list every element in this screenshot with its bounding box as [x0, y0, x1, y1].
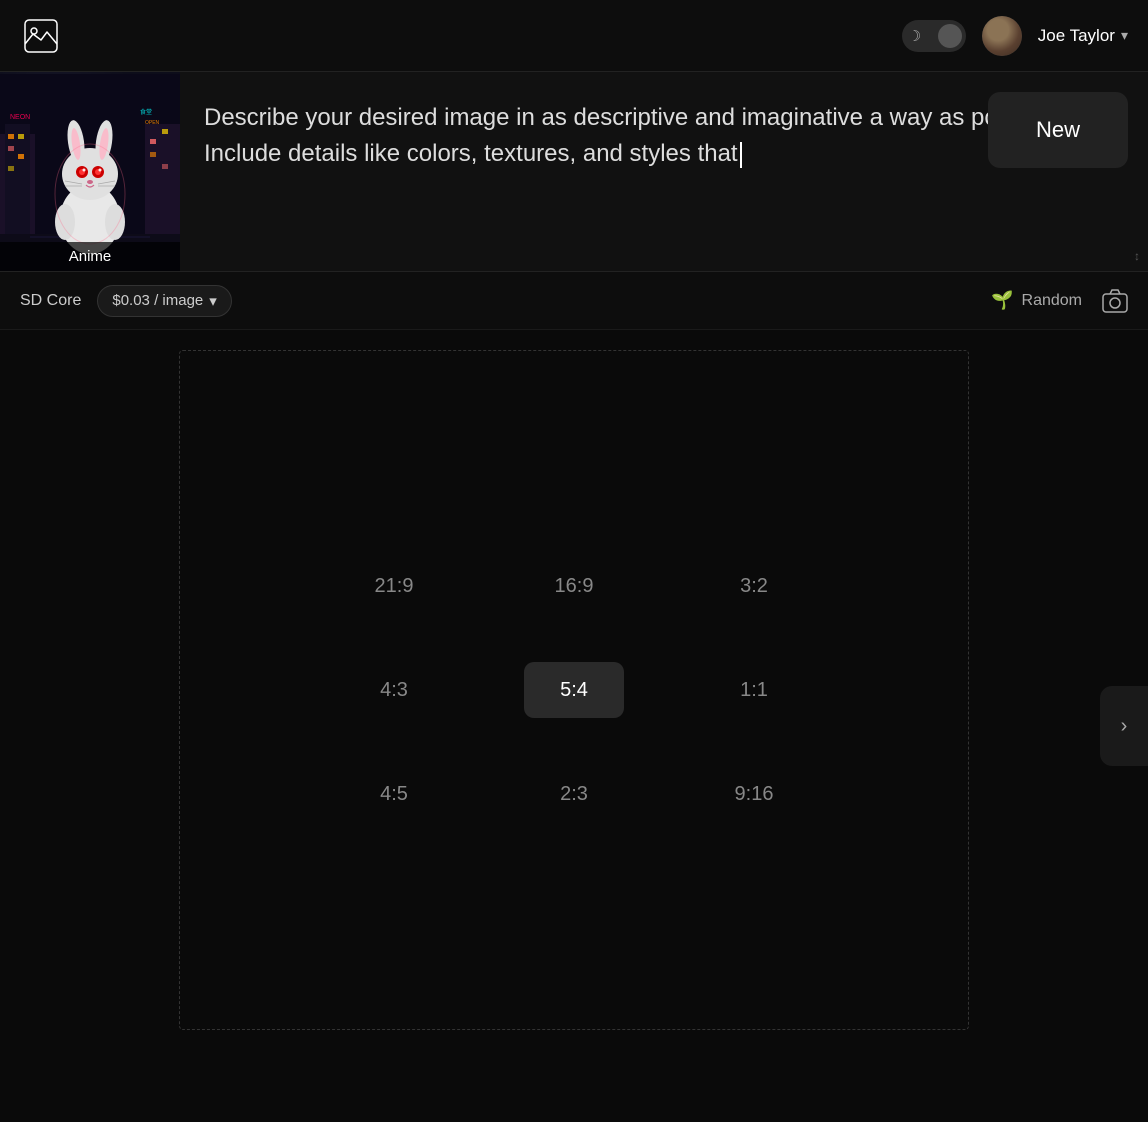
- style-thumbnail[interactable]: NEON 食堂 OPEN: [0, 72, 180, 271]
- random-button[interactable]: 🌱 Random: [991, 290, 1082, 311]
- dropdown-arrow-icon: ▾: [209, 292, 217, 310]
- aspect-ratio-option[interactable]: 16:9: [524, 558, 624, 614]
- aspect-grid: 21:9 16:9 3:2 4:3 5:4 1:1 4:5 2:3 9:16: [334, 546, 814, 834]
- style-label[interactable]: Anime: [0, 242, 180, 271]
- aspect-grid-container: 21:9 16:9 3:2 4:3 5:4 1:1 4:5 2:3 9:16: [179, 350, 969, 1030]
- avatar-image: [982, 16, 1022, 56]
- moon-icon: ☽: [908, 27, 921, 45]
- price-badge[interactable]: $0.03 / image ▾: [97, 285, 231, 317]
- svg-text:NEON: NEON: [10, 114, 30, 121]
- svg-text:食堂: 食堂: [140, 108, 152, 116]
- aspect-ratio-option[interactable]: 9:16: [704, 766, 804, 822]
- new-button[interactable]: New: [988, 92, 1128, 168]
- chevron-right-icon: ›: [1121, 715, 1128, 738]
- sidebar-toggle-button[interactable]: ›: [1100, 686, 1148, 766]
- text-cursor: [740, 142, 742, 168]
- aspect-ratio-option[interactable]: 4:3: [344, 662, 444, 718]
- aspect-ratio-option[interactable]: 2:3: [524, 766, 624, 822]
- prompt-area: NEON 食堂 OPEN: [0, 72, 1148, 272]
- dice-icon: 🌱: [991, 290, 1013, 311]
- avatar: [982, 16, 1022, 56]
- model-name: SD Core: [20, 292, 81, 310]
- aspect-ratio-option[interactable]: 3:2: [704, 558, 804, 614]
- logo-icon[interactable]: [20, 15, 62, 57]
- header-right: ☽ Joe Taylor ▾: [902, 16, 1128, 56]
- dark-mode-toggle[interactable]: ☽: [902, 20, 966, 52]
- toggle-knob: [938, 24, 962, 48]
- prompt-text: Describe your desired image in as descri…: [204, 100, 1124, 172]
- svg-text:OPEN: OPEN: [145, 120, 160, 126]
- header-left: [20, 15, 62, 57]
- camera-button[interactable]: [1102, 288, 1128, 314]
- random-label: Random: [1022, 292, 1082, 310]
- aspect-panel: 21:9 16:9 3:2 4:3 5:4 1:1 4:5 2:3 9:16: [0, 330, 1148, 1122]
- image-logo-svg: [23, 18, 59, 54]
- chevron-down-icon: ▾: [1121, 27, 1128, 44]
- aspect-ratio-option[interactable]: 1:1: [704, 662, 804, 718]
- scroll-indicator: ↕: [1134, 249, 1140, 263]
- aspect-ratio-option[interactable]: 21:9: [344, 558, 444, 614]
- price-label: $0.03 / image: [112, 292, 203, 309]
- user-menu[interactable]: Joe Taylor ▾: [1038, 26, 1128, 46]
- main-content: 21:9 16:9 3:2 4:3 5:4 1:1 4:5 2:3 9:16 ›: [0, 330, 1148, 1122]
- header: ☽ Joe Taylor ▾: [0, 0, 1148, 72]
- toolbar-right: 🌱 Random: [991, 288, 1128, 314]
- toolbar-left: SD Core $0.03 / image ▾: [20, 285, 232, 317]
- aspect-ratio-option[interactable]: 5:4: [524, 662, 624, 718]
- user-name: Joe Taylor: [1038, 26, 1115, 46]
- toolbar: SD Core $0.03 / image ▾ 🌱 Random: [0, 272, 1148, 330]
- aspect-ratio-option[interactable]: 4:5: [344, 766, 444, 822]
- camera-icon: [1102, 288, 1128, 314]
